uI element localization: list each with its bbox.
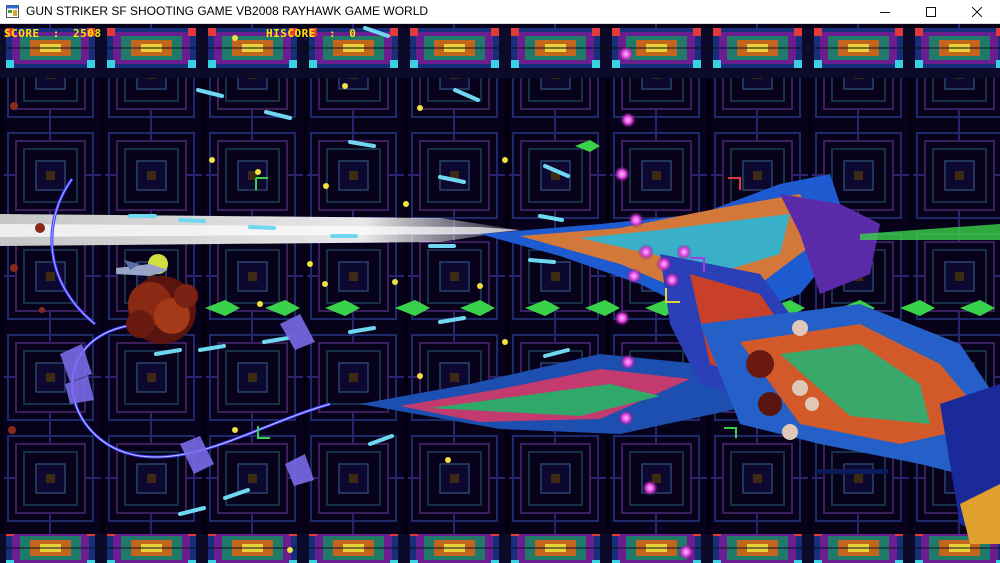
dark-panel-bars xyxy=(818,469,888,474)
score-label: SCORE xyxy=(4,27,40,40)
maximize-icon xyxy=(926,7,936,17)
top-border-pattern xyxy=(0,28,1000,78)
score-value: 2508 xyxy=(73,27,102,40)
close-button[interactable] xyxy=(954,0,1000,24)
game-scene xyxy=(0,24,1000,563)
minimize-button[interactable] xyxy=(862,0,908,24)
game-canvas[interactable]: SCORE : 2508 HISCORE : 0 xyxy=(0,24,1000,563)
app-icon xyxy=(6,5,19,18)
bottom-border-pattern xyxy=(0,534,1000,563)
hiscore-label: HISCORE xyxy=(266,27,316,40)
hiscore-display: HISCORE : 0 xyxy=(266,27,357,40)
close-icon xyxy=(972,7,982,17)
maximize-button[interactable] xyxy=(908,0,954,24)
title-bar[interactable]: GUN STRIKER SF SHOOTING GAME VB2008 RAYH… xyxy=(0,0,1000,24)
game-window: GUN STRIKER SF SHOOTING GAME VB2008 RAYH… xyxy=(0,0,1000,563)
minimize-icon xyxy=(880,12,890,13)
hiscore-value: 0 xyxy=(349,27,357,40)
score-display: SCORE : 2508 xyxy=(4,27,102,40)
window-title: GUN STRIKER SF SHOOTING GAME VB2008 RAYH… xyxy=(26,4,429,18)
